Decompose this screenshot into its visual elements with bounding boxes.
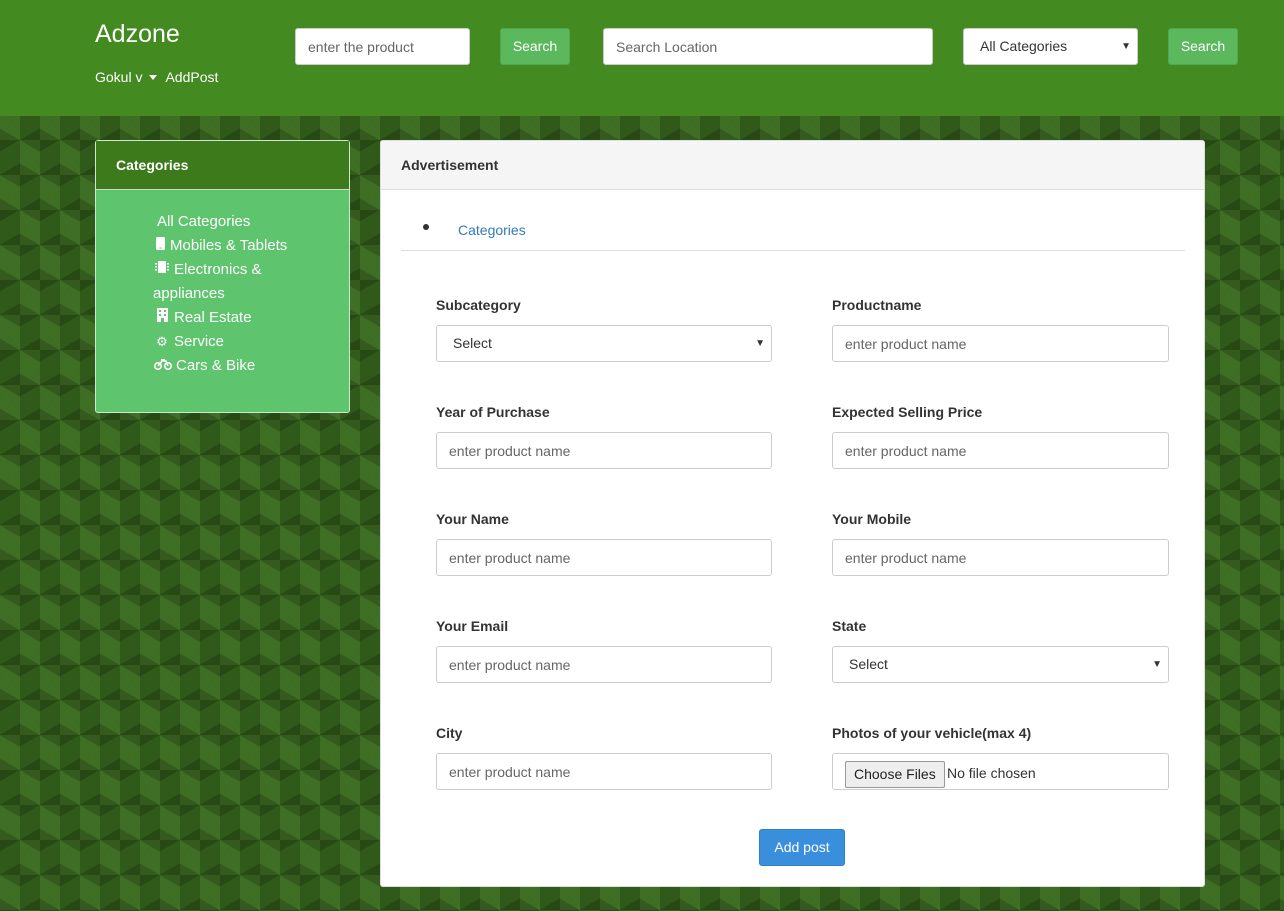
select-arrow-icon: ▼ — [755, 338, 765, 349]
name-label: Your Name — [436, 511, 509, 527]
year-input[interactable] — [436, 432, 772, 469]
price-label: Expected Selling Price — [832, 404, 983, 420]
category-select[interactable]: All Categories ▼ — [963, 28, 1138, 65]
advertisement-panel: Advertisement Categories Subcategory Sel… — [380, 140, 1205, 887]
tab-categories[interactable]: Categories — [458, 222, 526, 238]
product-search-button[interactable]: Search — [500, 28, 570, 65]
panel-title: Advertisement — [381, 141, 1204, 190]
category-select-value: All Categories — [980, 38, 1068, 54]
mobile-icon — [153, 234, 167, 258]
select-arrow-icon: ▼ — [1121, 41, 1131, 52]
year-label: Year of Purchase — [436, 404, 550, 420]
city-label: City — [436, 725, 463, 741]
top-navbar: Adzone Gokul v AddPost Search All Catego… — [0, 0, 1284, 116]
sidebar-item-cars-bike[interactable]: Cars & Bike — [153, 354, 333, 378]
sidebar-item-label: Real Estate — [174, 309, 252, 326]
sidebar-item-mobiles[interactable]: Mobiles & Tablets — [153, 234, 333, 258]
mobile-input[interactable] — [832, 539, 1169, 576]
categories-sidebar: Categories All Categories Mobiles & Tabl… — [95, 140, 350, 413]
add-post-button[interactable]: Add post — [759, 829, 845, 866]
motorcycle-icon — [153, 354, 173, 378]
name-input[interactable] — [436, 539, 772, 576]
user-menu-toggle[interactable]: Gokul v — [95, 69, 142, 85]
state-select-value: Select — [849, 656, 888, 672]
select-arrow-icon: ▼ — [1152, 659, 1162, 670]
productname-input[interactable] — [832, 325, 1169, 362]
gear-icon: ⚙ — [156, 334, 168, 349]
sidebar-title: Categories — [96, 141, 349, 190]
sidebar-item-electronics[interactable]: Electronics & appliances — [153, 258, 333, 306]
brand-logo[interactable]: Adzone — [95, 20, 180, 49]
panel-tabs: Categories — [401, 213, 1185, 251]
email-label: Your Email — [436, 618, 509, 634]
location-search-input[interactable] — [603, 28, 933, 65]
file-status-text: No file chosen — [947, 765, 1036, 781]
add-post-link[interactable]: AddPost — [165, 69, 218, 85]
mobile-label: Your Mobile — [832, 511, 912, 527]
sidebar-item-real-estate[interactable]: Real Estate — [153, 306, 333, 330]
chip-icon — [153, 258, 171, 282]
bullet-icon — [423, 224, 429, 230]
city-input[interactable] — [436, 753, 772, 790]
sidebar-item-label: All Categories — [157, 213, 251, 230]
building-icon — [153, 306, 171, 330]
choose-files-button[interactable]: Choose Files — [845, 761, 945, 788]
category-list: All Categories Mobiles & Tablets Electro… — [153, 210, 333, 378]
user-row: Gokul v AddPost — [95, 69, 218, 85]
caret-down-icon[interactable] — [149, 74, 158, 80]
photos-file-input[interactable]: Choose Files No file chosen — [832, 753, 1169, 790]
state-select[interactable]: Select ▼ — [832, 646, 1169, 683]
location-search-button[interactable]: Search — [1168, 28, 1238, 65]
product-search-input[interactable] — [295, 28, 470, 65]
subcategory-select-value: Select — [453, 335, 492, 351]
sidebar-item-service[interactable]: ⚙ Service — [153, 330, 333, 354]
email-input[interactable] — [436, 646, 772, 683]
sidebar-item-label: Cars & Bike — [176, 357, 256, 374]
sidebar-item-label: Mobiles & Tablets — [170, 237, 288, 254]
productname-label: Productname — [832, 297, 922, 313]
subcategory-label: Subcategory — [436, 297, 521, 313]
photos-label: Photos of your vehicle(max 4) — [832, 725, 1032, 741]
subcategory-select[interactable]: Select ▼ — [436, 325, 772, 362]
price-input[interactable] — [832, 432, 1169, 469]
sidebar-item-label: Service — [174, 333, 225, 350]
sidebar-item-all-categories[interactable]: All Categories — [157, 210, 333, 234]
state-label: State — [832, 618, 867, 634]
